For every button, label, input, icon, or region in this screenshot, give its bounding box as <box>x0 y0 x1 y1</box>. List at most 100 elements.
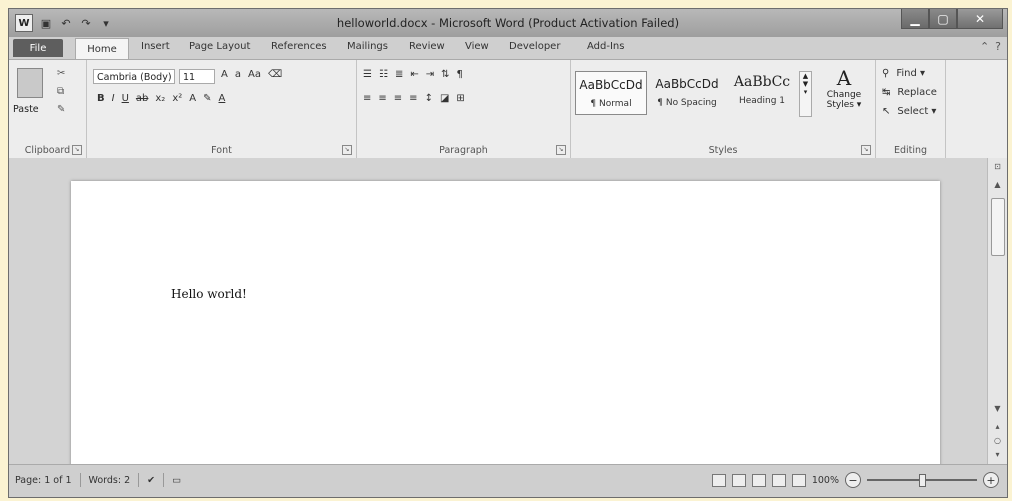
style-heading-1-preview: AaBbCc <box>733 74 791 90</box>
styles-group-label: Styles <box>708 145 738 156</box>
document-text[interactable]: Hello world! <box>171 287 247 301</box>
tab-page-layout[interactable]: Page Layout <box>189 41 250 52</box>
zoom-out-icon[interactable]: − <box>845 472 861 488</box>
status-left: Page: 1 of 1 Words: 2 ✔ ▭ <box>15 473 181 487</box>
highlight-icon[interactable]: ✎ <box>203 93 211 104</box>
minimize-ribbon-icon[interactable]: ⌃ <box>980 40 989 53</box>
bullets-icon[interactable]: ☰ <box>363 69 372 80</box>
multilevel-list-icon[interactable]: ≣ <box>395 69 403 80</box>
web-layout-icon[interactable] <box>751 473 766 487</box>
italic-icon[interactable]: I <box>112 93 115 104</box>
tab-file[interactable]: File <box>13 39 63 57</box>
align-center-icon[interactable]: ≡ <box>378 93 386 104</box>
minimize-button[interactable]: ▁ <box>901 9 929 29</box>
style-heading-1-label: Heading 1 <box>738 96 786 106</box>
tab-insert[interactable]: Insert <box>141 41 170 52</box>
align-left-icon[interactable]: ≡ <box>363 93 371 104</box>
subscript-icon[interactable]: x₂ <box>155 93 165 104</box>
tab-view[interactable]: View <box>465 41 489 52</box>
scroll-up-icon[interactable]: ▲ <box>988 180 1007 189</box>
style-normal[interactable]: AaBbCcDd ¶ Normal <box>575 71 647 115</box>
borders-icon[interactable]: ⊞ <box>456 93 464 104</box>
change-case-icon[interactable]: Aa <box>248 69 261 80</box>
macro-recording-icon[interactable]: ▭ <box>172 475 181 486</box>
show-marks-icon[interactable]: ¶ <box>457 69 463 80</box>
outline-icon[interactable] <box>771 473 786 487</box>
underline-icon[interactable]: U <box>122 93 129 104</box>
bold-icon[interactable]: B <box>97 93 105 104</box>
styles-launcher-icon[interactable]: ↘ <box>861 145 871 155</box>
page-count[interactable]: Page: 1 of 1 <box>15 475 72 486</box>
change-styles-button[interactable]: A Change Styles ▾ <box>819 66 869 110</box>
shading-icon[interactable]: ◪ <box>440 93 449 104</box>
zoom-level[interactable]: 100% <box>812 475 839 486</box>
select-button[interactable]: ↖ Select ▾ <box>882 106 936 117</box>
grow-font-icon[interactable]: A <box>221 69 228 80</box>
font-name-combo[interactable]: Cambria (Body) <box>93 69 175 84</box>
find-icon: ⚲ <box>882 68 890 79</box>
style-no-spacing[interactable]: AaBbCcDd ¶ No Spacing <box>651 71 723 115</box>
shrink-font-icon[interactable]: a <box>235 69 241 80</box>
font-size-combo[interactable]: 11 <box>179 69 215 84</box>
paste-icon[interactable] <box>17 68 43 98</box>
document-page[interactable]: Hello world! <box>71 181 940 481</box>
window-title: helloworld.docx - Microsoft Word (Produc… <box>336 16 680 30</box>
maximize-button[interactable]: ▢ <box>929 9 957 29</box>
replace-button[interactable]: ↹ Replace <box>882 87 937 98</box>
styles-gallery-scroll[interactable]: ▲ ▼ ▾ <box>799 71 812 117</box>
tab-review[interactable]: Review <box>409 41 445 52</box>
strikethrough-icon[interactable]: ab <box>136 93 148 104</box>
ribbon: Paste ✂ ⧉ ✎ Clipboard ↘ Cambria (Body) 1… <box>9 59 1007 159</box>
next-page-icon[interactable]: ▾ <box>988 450 1007 459</box>
style-no-spacing-label: ¶ No Spacing <box>657 98 717 108</box>
print-layout-icon[interactable] <box>711 473 726 487</box>
tab-references[interactable]: References <box>271 41 327 52</box>
zoom-in-icon[interactable]: + <box>983 472 999 488</box>
paste-button[interactable]: Paste <box>13 104 39 115</box>
status-right: 100% − + <box>711 472 999 488</box>
align-right-icon[interactable]: ≡ <box>394 93 402 104</box>
style-normal-label: ¶ Normal <box>590 99 632 109</box>
browse-object-icon[interactable]: ○ <box>988 436 1007 445</box>
help-icon[interactable]: ? <box>995 40 1001 53</box>
paragraph-row2-tools: ≡ ≡ ≡ ≡ ↕ ◪ ⊞ <box>363 93 465 104</box>
justify-icon[interactable]: ≡ <box>409 93 417 104</box>
clipboard-launcher-icon[interactable]: ↘ <box>72 145 82 155</box>
style-no-spacing-preview: AaBbCcDd <box>655 77 719 91</box>
word-count[interactable]: Words: 2 <box>89 475 131 486</box>
previous-page-icon[interactable]: ▴ <box>988 422 1007 431</box>
numbering-icon[interactable]: ☷ <box>379 69 388 80</box>
superscript-icon[interactable]: x² <box>172 93 182 104</box>
decrease-indent-icon[interactable]: ⇤ <box>410 69 418 80</box>
vertical-scrollbar[interactable]: ⊡ ▲ ▼ ▴ ○ ▾ <box>987 158 1007 467</box>
help-area: ⌃ ? <box>980 40 1001 53</box>
zoom-slider-knob[interactable] <box>919 474 926 487</box>
increase-indent-icon[interactable]: ⇥ <box>426 69 434 80</box>
find-button[interactable]: ⚲ Find ▾ <box>882 68 925 79</box>
ruler-toggle-icon[interactable]: ⊡ <box>988 162 1007 171</box>
tab-add-ins[interactable]: Add-Ins <box>587 41 624 52</box>
scroll-down-icon[interactable]: ▼ <box>988 404 1007 413</box>
font-launcher-icon[interactable]: ↘ <box>342 145 352 155</box>
tab-mailings[interactable]: Mailings <box>347 41 388 52</box>
sort-icon[interactable]: ⇅ <box>441 69 449 80</box>
paragraph-launcher-icon[interactable]: ↘ <box>556 145 566 155</box>
zoom-slider[interactable] <box>867 474 977 487</box>
scroll-thumb[interactable] <box>991 198 1005 256</box>
line-spacing-icon[interactable]: ↕ <box>425 93 433 104</box>
close-button[interactable]: ✕ <box>957 9 1003 29</box>
proofing-icon[interactable]: ✔ <box>147 475 155 486</box>
editing-group-label: Editing <box>893 145 928 156</box>
clear-formatting-icon[interactable]: ⌫ <box>268 69 282 80</box>
tab-home[interactable]: Home <box>75 38 129 60</box>
full-screen-reading-icon[interactable] <box>731 473 746 487</box>
tab-developer[interactable]: Developer <box>509 41 560 52</box>
format-painter-icon[interactable]: ✎ <box>57 104 65 115</box>
select-icon: ↖ <box>882 106 891 117</box>
text-effects-icon[interactable]: A <box>189 93 196 104</box>
font-color-icon[interactable]: A <box>219 93 226 104</box>
draft-icon[interactable] <box>791 473 806 487</box>
copy-icon[interactable]: ⧉ <box>57 86 64 97</box>
cut-icon[interactable]: ✂ <box>57 68 65 79</box>
style-heading-1[interactable]: AaBbCc Heading 1 <box>727 71 797 115</box>
